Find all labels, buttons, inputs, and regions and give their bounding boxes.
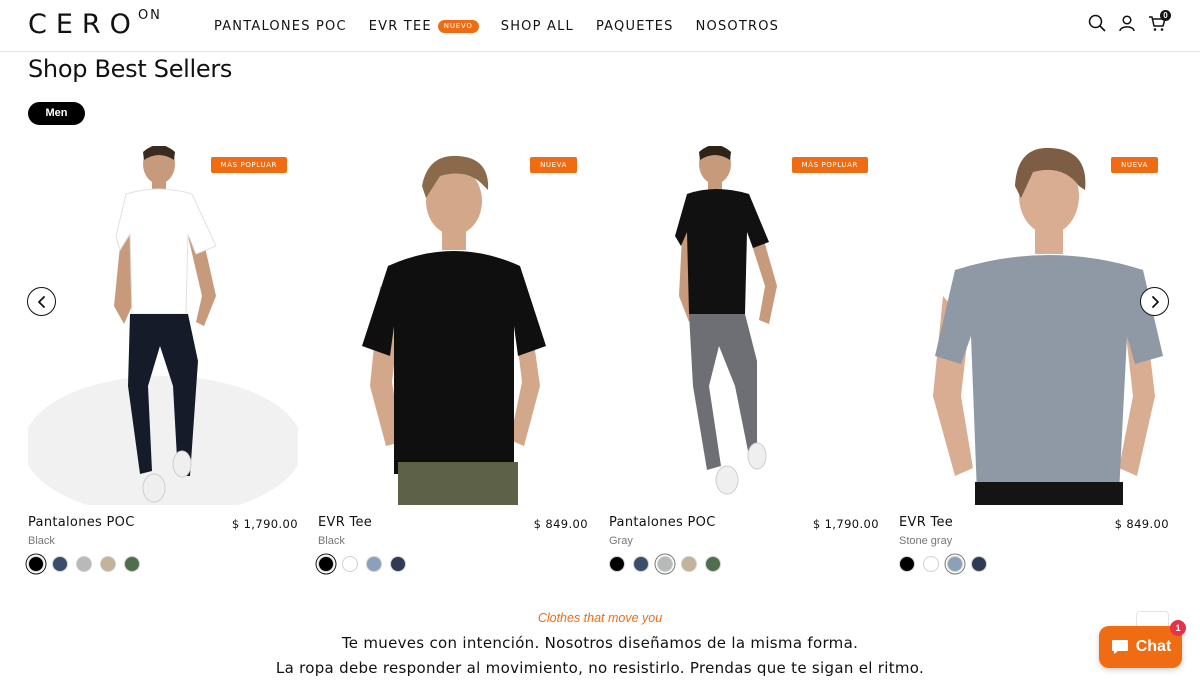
swatch-navy[interactable] xyxy=(633,556,649,572)
cart-count-badge: 0 xyxy=(1160,10,1171,21)
swatch-black[interactable] xyxy=(318,556,334,572)
product-card[interactable]: MÁS POPLUAR Pantalones POC $ 1,790.00 Gr… xyxy=(609,146,879,585)
product-badge: NUEVA xyxy=(530,157,577,173)
chat-notification-badge: 1 xyxy=(1170,620,1186,636)
product-info: Pantalones POC $ 1,790.00 Gray xyxy=(609,505,879,585)
nav-label: SHOP ALL xyxy=(500,18,574,34)
product-price: $ 849.00 xyxy=(1114,517,1169,531)
swatch-stone-blue[interactable] xyxy=(366,556,382,572)
color-swatches xyxy=(899,556,987,572)
product-color: Stone gray xyxy=(899,535,953,547)
color-swatches xyxy=(318,556,406,572)
nav-item-shop-all[interactable]: SHOP ALL xyxy=(501,19,574,34)
header-actions: 0 xyxy=(1088,10,1171,32)
section-tagline: Clothes that move you xyxy=(537,611,663,625)
product-image[interactable]: MÁS POPLUAR xyxy=(609,146,879,505)
product-info: EVR Tee $ 849.00 Stone gray xyxy=(899,505,1169,585)
swatch-white[interactable] xyxy=(342,556,358,572)
swatch-black[interactable] xyxy=(609,556,625,572)
product-image[interactable]: NUEVA xyxy=(318,146,588,505)
swatch-gray[interactable] xyxy=(657,556,673,572)
nav-item-pantalones-poc[interactable]: PANTALONES POC xyxy=(214,19,347,34)
carousel-prev-button[interactable] xyxy=(27,287,56,316)
product-color: Gray xyxy=(609,535,633,547)
nav-label: NOSOTROS xyxy=(695,18,780,34)
logo-superscript: ON xyxy=(137,8,162,23)
color-swatches xyxy=(28,556,140,572)
product-price: $ 1,790.00 xyxy=(231,517,298,531)
chevron-left-icon xyxy=(37,295,45,308)
section-title: Shop Best Sellers xyxy=(28,55,233,83)
color-swatches xyxy=(609,556,721,572)
swatch-green[interactable] xyxy=(705,556,721,572)
product-card[interactable]: MÁS POPLUAR Pantalones POC $ 1,790.00 Bl… xyxy=(28,146,298,585)
chat-label: Chat xyxy=(1135,638,1172,655)
product-price: $ 1,790.00 xyxy=(812,517,879,531)
brand-statement-line-1: Te mueves con intención. Nosotros diseña… xyxy=(341,634,859,652)
product-image[interactable]: MÁS POPLUAR xyxy=(28,146,298,505)
product-name[interactable]: EVR Tee xyxy=(318,515,372,530)
swatch-navy[interactable] xyxy=(971,556,987,572)
chat-bubble-icon xyxy=(1111,640,1128,654)
product-name[interactable]: Pantalones POC xyxy=(28,515,135,530)
product-card[interactable]: NUEVA EVR Tee $ 849.00 Stone gray xyxy=(899,146,1169,585)
product-name[interactable]: Pantalones POC xyxy=(609,515,716,530)
nav-label: EVR TEE xyxy=(368,18,432,34)
account-icon[interactable] xyxy=(1118,14,1136,32)
logo-text: CERO xyxy=(28,9,140,40)
product-price: $ 849.00 xyxy=(533,517,588,531)
swatch-black[interactable] xyxy=(899,556,915,572)
swatch-green[interactable] xyxy=(124,556,140,572)
nav-item-nosotros[interactable]: NOSOTROS xyxy=(696,19,780,34)
product-color: Black xyxy=(318,535,345,547)
chat-button[interactable]: Chat xyxy=(1099,626,1182,668)
product-info: Pantalones POC $ 1,790.00 Black xyxy=(28,505,298,585)
swatch-navy[interactable] xyxy=(52,556,68,572)
nav-label: PANTALONES POC xyxy=(214,18,347,34)
filter-men-button[interactable]: Men xyxy=(28,102,85,125)
swatch-stone-gray[interactable] xyxy=(947,556,963,572)
main-nav: PANTALONES POC EVR TEE NUEVO SHOP ALL PAQ… xyxy=(214,0,801,52)
product-color: Black xyxy=(28,535,55,547)
swatch-khaki[interactable] xyxy=(681,556,697,572)
cart-icon[interactable]: 0 xyxy=(1148,10,1171,32)
swatch-white[interactable] xyxy=(923,556,939,572)
swatch-khaki[interactable] xyxy=(100,556,116,572)
brand-statement-line-2: La ropa debe responder al movimiento, no… xyxy=(275,659,925,677)
swatch-gray[interactable] xyxy=(76,556,92,572)
site-header: CERO ON PANTALONES POC EVR TEE NUEVO SHOP… xyxy=(0,0,1200,52)
brand-logo[interactable]: CERO ON xyxy=(28,8,162,40)
product-badge: MÁS POPLUAR xyxy=(791,157,868,173)
swatch-navy[interactable] xyxy=(390,556,406,572)
nav-item-paquetes[interactable]: PAQUETES xyxy=(596,19,674,34)
product-info: EVR Tee $ 849.00 Black xyxy=(318,505,588,585)
new-badge: NUEVO xyxy=(437,19,479,33)
product-card[interactable]: NUEVA EVR Tee $ 849.00 Black xyxy=(318,146,588,585)
product-badge: NUEVA xyxy=(1111,157,1158,173)
search-icon[interactable] xyxy=(1088,14,1106,32)
product-badge: MÁS POPLUAR xyxy=(210,157,287,173)
chevron-right-icon xyxy=(1151,295,1159,308)
product-name[interactable]: EVR Tee xyxy=(899,515,953,530)
product-image[interactable]: NUEVA xyxy=(899,146,1169,505)
carousel-next-button[interactable] xyxy=(1140,287,1169,316)
swatch-black[interactable] xyxy=(28,556,44,572)
nav-label: PAQUETES xyxy=(595,18,674,34)
nav-item-evr-tee[interactable]: EVR TEE NUEVO xyxy=(369,19,479,34)
